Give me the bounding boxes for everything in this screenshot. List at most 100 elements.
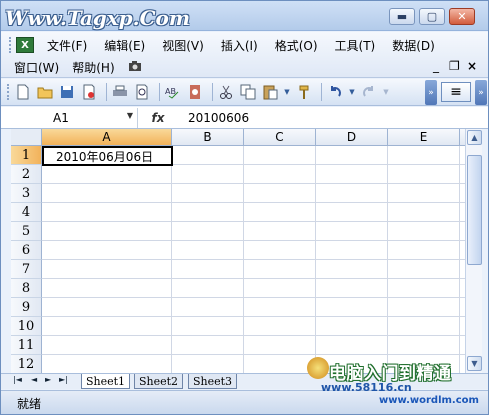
cell-b11[interactable] <box>172 336 244 355</box>
cut-icon[interactable] <box>217 83 235 101</box>
cell-e5[interactable] <box>388 222 460 241</box>
cell-b7[interactable] <box>172 260 244 279</box>
row-header-7[interactable]: 7 <box>11 260 42 279</box>
cell-b8[interactable] <box>172 279 244 298</box>
menu-tools[interactable]: 工具(T) <box>330 37 381 54</box>
vertical-scrollbar[interactable]: ▲ ▼ <box>465 129 482 373</box>
permission-icon[interactable] <box>80 83 98 101</box>
cell-e7[interactable] <box>388 260 460 279</box>
cell-a10[interactable] <box>42 317 172 336</box>
title-bar[interactable]: Www.Tagxp.Com ▬ ▢ ✕ <box>1 1 488 31</box>
column-header-c[interactable]: C <box>244 129 316 146</box>
formatting-toolbar-chevron-icon[interactable]: » <box>475 80 487 105</box>
first-sheet-icon[interactable]: |◄ <box>13 375 22 384</box>
row-header-1[interactable]: 1 <box>11 146 42 165</box>
sheet-tab-sheet3[interactable]: Sheet3 <box>188 374 238 389</box>
cell-a3[interactable] <box>42 184 172 203</box>
cell-c3[interactable] <box>244 184 316 203</box>
cell-c11[interactable] <box>244 336 316 355</box>
format-painter-icon[interactable] <box>295 83 313 101</box>
row-header-8[interactable]: 8 <box>11 279 42 298</box>
prev-sheet-icon[interactable]: ◄ <box>31 375 37 384</box>
minimize-button[interactable]: ▬ <box>389 8 415 25</box>
cell-b4[interactable] <box>172 203 244 222</box>
last-sheet-icon[interactable]: ►| <box>59 375 68 384</box>
cell-d6[interactable] <box>316 241 388 260</box>
cell-a6[interactable] <box>42 241 172 260</box>
cell-b12[interactable] <box>172 355 244 373</box>
cell-d10[interactable] <box>316 317 388 336</box>
cell-c6[interactable] <box>244 241 316 260</box>
cell-e3[interactable] <box>388 184 460 203</box>
name-box[interactable]: A1 ▼ <box>1 107 138 128</box>
cell-d9[interactable] <box>316 298 388 317</box>
cell-a9[interactable] <box>42 298 172 317</box>
cell-b6[interactable] <box>172 241 244 260</box>
sheet-tab-sheet2[interactable]: Sheet2 <box>134 374 184 389</box>
column-header-a[interactable]: A <box>42 129 172 146</box>
cell-d3[interactable] <box>316 184 388 203</box>
cell-c2[interactable] <box>244 165 316 184</box>
cell-b2[interactable] <box>172 165 244 184</box>
cell-d1[interactable] <box>316 146 388 165</box>
redo-icon[interactable] <box>360 83 378 101</box>
cell-d4[interactable] <box>316 203 388 222</box>
cell-d11[interactable] <box>316 336 388 355</box>
doc-restore-button[interactable]: ❐ <box>449 59 460 73</box>
print-preview-icon[interactable] <box>133 83 151 101</box>
print-icon[interactable] <box>111 83 129 101</box>
cell-e8[interactable] <box>388 279 460 298</box>
close-button[interactable]: ✕ <box>449 8 475 25</box>
sheet-tab-sheet1[interactable]: Sheet1 <box>81 374 131 389</box>
menu-grip[interactable] <box>9 37 12 53</box>
cell-b1[interactable] <box>172 146 244 165</box>
row-header-11[interactable]: 11 <box>11 336 42 355</box>
align-left-icon[interactable]: ≡ <box>441 82 471 102</box>
menu-edit[interactable]: 编辑(E) <box>99 37 150 54</box>
new-icon[interactable] <box>14 83 32 101</box>
cell-a5[interactable] <box>42 222 172 241</box>
cell-a4[interactable] <box>42 203 172 222</box>
row-header-3[interactable]: 3 <box>11 184 42 203</box>
column-header-e[interactable]: E <box>388 129 460 146</box>
cell-e4[interactable] <box>388 203 460 222</box>
redo-dropdown-icon[interactable]: ▼ <box>382 83 390 101</box>
insert-function-icon[interactable]: fx <box>138 111 178 125</box>
cell-e2[interactable] <box>388 165 460 184</box>
cell-b10[interactable] <box>172 317 244 336</box>
row-header-9[interactable]: 9 <box>11 298 42 317</box>
row-header-2[interactable]: 2 <box>11 165 42 184</box>
cell-a7[interactable] <box>42 260 172 279</box>
open-icon[interactable] <box>36 83 54 101</box>
save-icon[interactable] <box>58 83 76 101</box>
undo-icon[interactable] <box>326 83 344 101</box>
column-header-b[interactable]: B <box>172 129 244 146</box>
excel-app-icon[interactable]: X <box>16 37 34 53</box>
menu-insert[interactable]: 插入(I) <box>216 37 263 54</box>
cell-d7[interactable] <box>316 260 388 279</box>
cell-a8[interactable] <box>42 279 172 298</box>
row-header-4[interactable]: 4 <box>11 203 42 222</box>
cell-c1[interactable] <box>244 146 316 165</box>
cell-c4[interactable] <box>244 203 316 222</box>
menu-format[interactable]: 格式(O) <box>270 37 323 54</box>
row-header-6[interactable]: 6 <box>11 241 42 260</box>
cell-c10[interactable] <box>244 317 316 336</box>
cell-e11[interactable] <box>388 336 460 355</box>
cell-c8[interactable] <box>244 279 316 298</box>
toolbar-grip[interactable] <box>7 84 10 100</box>
cell-a11[interactable] <box>42 336 172 355</box>
cell-d5[interactable] <box>316 222 388 241</box>
doc-close-button[interactable]: × <box>467 59 477 73</box>
cell-c7[interactable] <box>244 260 316 279</box>
scrollbar-thumb[interactable] <box>467 155 482 265</box>
menu-view[interactable]: 视图(V) <box>157 37 209 54</box>
formula-input[interactable]: 20100606 <box>178 111 249 125</box>
cell-d2[interactable] <box>316 165 388 184</box>
cell-d8[interactable] <box>316 279 388 298</box>
cell-e10[interactable] <box>388 317 460 336</box>
next-sheet-icon[interactable]: ► <box>45 375 51 384</box>
cell-a2[interactable] <box>42 165 172 184</box>
name-box-dropdown-icon[interactable]: ▼ <box>127 111 133 120</box>
cell-c5[interactable] <box>244 222 316 241</box>
